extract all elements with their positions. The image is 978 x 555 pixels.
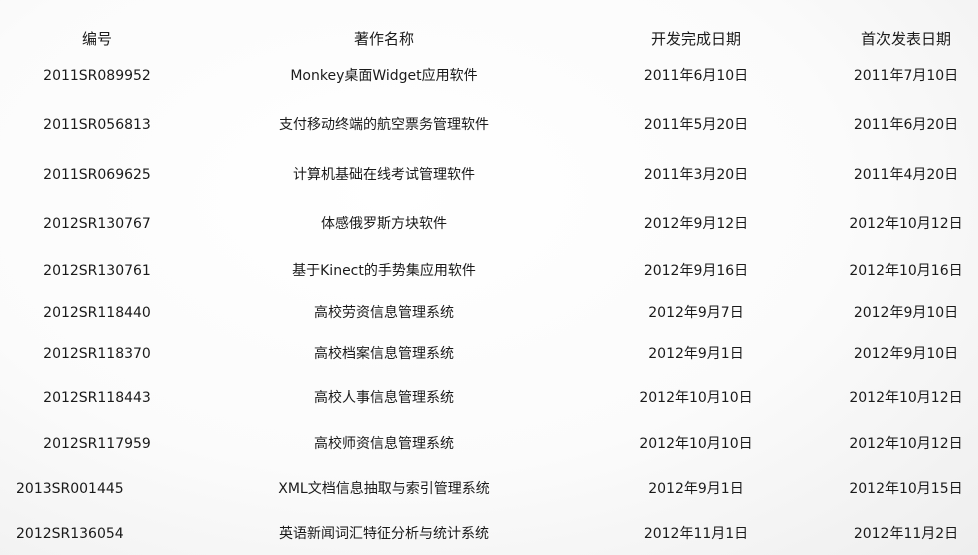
header-id: 编号 <box>82 27 112 51</box>
cell-id: 2012SR118370 <box>43 342 151 366</box>
cell-dev-date: 2012年9月12日 <box>644 212 748 236</box>
header-dev-date: 开发完成日期 <box>651 27 741 51</box>
cell-id: 2011SR069625 <box>43 163 151 187</box>
cell-name: 高校劳资信息管理系统 <box>314 301 454 325</box>
table-header: 编号 著作名称 开发完成日期 首次发表日期 <box>0 27 978 51</box>
cell-name: 计算机基础在线考试管理软件 <box>293 163 475 187</box>
cell-id: 2011SR056813 <box>43 113 151 137</box>
cell-pub-date: 2012年10月12日 <box>849 386 962 410</box>
cell-id: 2012SR136054 <box>16 522 124 546</box>
cell-pub-date: 2012年10月16日 <box>849 259 962 283</box>
cell-dev-date: 2012年11月1日 <box>644 522 748 546</box>
cell-name: Monkey桌面Widget应用软件 <box>290 64 477 88</box>
cell-name: 高校档案信息管理系统 <box>314 342 454 366</box>
cell-dev-date: 2012年9月16日 <box>644 259 748 283</box>
cell-id: 2011SR089952 <box>43 64 151 88</box>
table-row: 2011SR069625 计算机基础在线考试管理软件 2011年3月20日 20… <box>0 163 978 187</box>
cell-name: 支付移动终端的航空票务管理软件 <box>279 113 489 137</box>
cell-pub-date: 2012年11月2日 <box>854 522 958 546</box>
cell-id: 2013SR001445 <box>16 477 124 501</box>
table-row: 2012SR118440 高校劳资信息管理系统 2012年9月7日 2012年9… <box>0 301 978 325</box>
cell-dev-date: 2011年3月20日 <box>644 163 748 187</box>
table-row: 2012SR118370 高校档案信息管理系统 2012年9月1日 2012年9… <box>0 342 978 366</box>
cell-name: 基于Kinect的手势集应用软件 <box>292 259 476 283</box>
table-row: 2012SR136054 英语新闻词汇特征分析与统计系统 2012年11月1日 … <box>0 522 978 546</box>
cell-dev-date: 2012年9月1日 <box>648 477 743 501</box>
table-row: 2011SR056813 支付移动终端的航空票务管理软件 2011年5月20日 … <box>0 113 978 137</box>
table-row: 2012SR130767 体感俄罗斯方块软件 2012年9月12日 2012年1… <box>0 212 978 236</box>
cell-id: 2012SR118443 <box>43 386 151 410</box>
cell-pub-date: 2012年9月10日 <box>854 301 958 325</box>
header-pub-date: 首次发表日期 <box>861 27 951 51</box>
cell-id: 2012SR117959 <box>43 432 151 456</box>
cell-name: XML文档信息抽取与索引管理系统 <box>278 477 489 501</box>
table-row: 2012SR130761 基于Kinect的手势集应用软件 2012年9月16日… <box>0 259 978 283</box>
table-row: 2013SR001445 XML文档信息抽取与索引管理系统 2012年9月1日 … <box>0 477 978 501</box>
cell-name: 高校人事信息管理系统 <box>314 386 454 410</box>
copyright-table: 编号 著作名称 开发完成日期 首次发表日期 2011SR089952 Monke… <box>0 0 978 555</box>
table-row: 2012SR117959 高校师资信息管理系统 2012年10月10日 2012… <box>0 432 978 456</box>
cell-id: 2012SR130767 <box>43 212 151 236</box>
cell-dev-date: 2011年5月20日 <box>644 113 748 137</box>
cell-id: 2012SR118440 <box>43 301 151 325</box>
cell-dev-date: 2012年10月10日 <box>639 432 752 456</box>
cell-name: 英语新闻词汇特征分析与统计系统 <box>279 522 489 546</box>
cell-pub-date: 2012年10月15日 <box>849 477 962 501</box>
cell-dev-date: 2012年10月10日 <box>639 386 752 410</box>
cell-name: 体感俄罗斯方块软件 <box>321 212 447 236</box>
cell-pub-date: 2012年10月12日 <box>849 432 962 456</box>
cell-dev-date: 2012年9月7日 <box>648 301 743 325</box>
cell-pub-date: 2011年7月10日 <box>854 64 958 88</box>
cell-pub-date: 2012年10月12日 <box>849 212 962 236</box>
header-name: 著作名称 <box>354 27 414 51</box>
cell-pub-date: 2011年6月20日 <box>854 113 958 137</box>
cell-dev-date: 2011年6月10日 <box>644 64 748 88</box>
cell-pub-date: 2011年4月20日 <box>854 163 958 187</box>
table-row: 2011SR089952 Monkey桌面Widget应用软件 2011年6月1… <box>0 64 978 88</box>
cell-id: 2012SR130761 <box>43 259 151 283</box>
table-row: 2012SR118443 高校人事信息管理系统 2012年10月10日 2012… <box>0 386 978 410</box>
cell-pub-date: 2012年9月10日 <box>854 342 958 366</box>
cell-dev-date: 2012年9月1日 <box>648 342 743 366</box>
cell-name: 高校师资信息管理系统 <box>314 432 454 456</box>
